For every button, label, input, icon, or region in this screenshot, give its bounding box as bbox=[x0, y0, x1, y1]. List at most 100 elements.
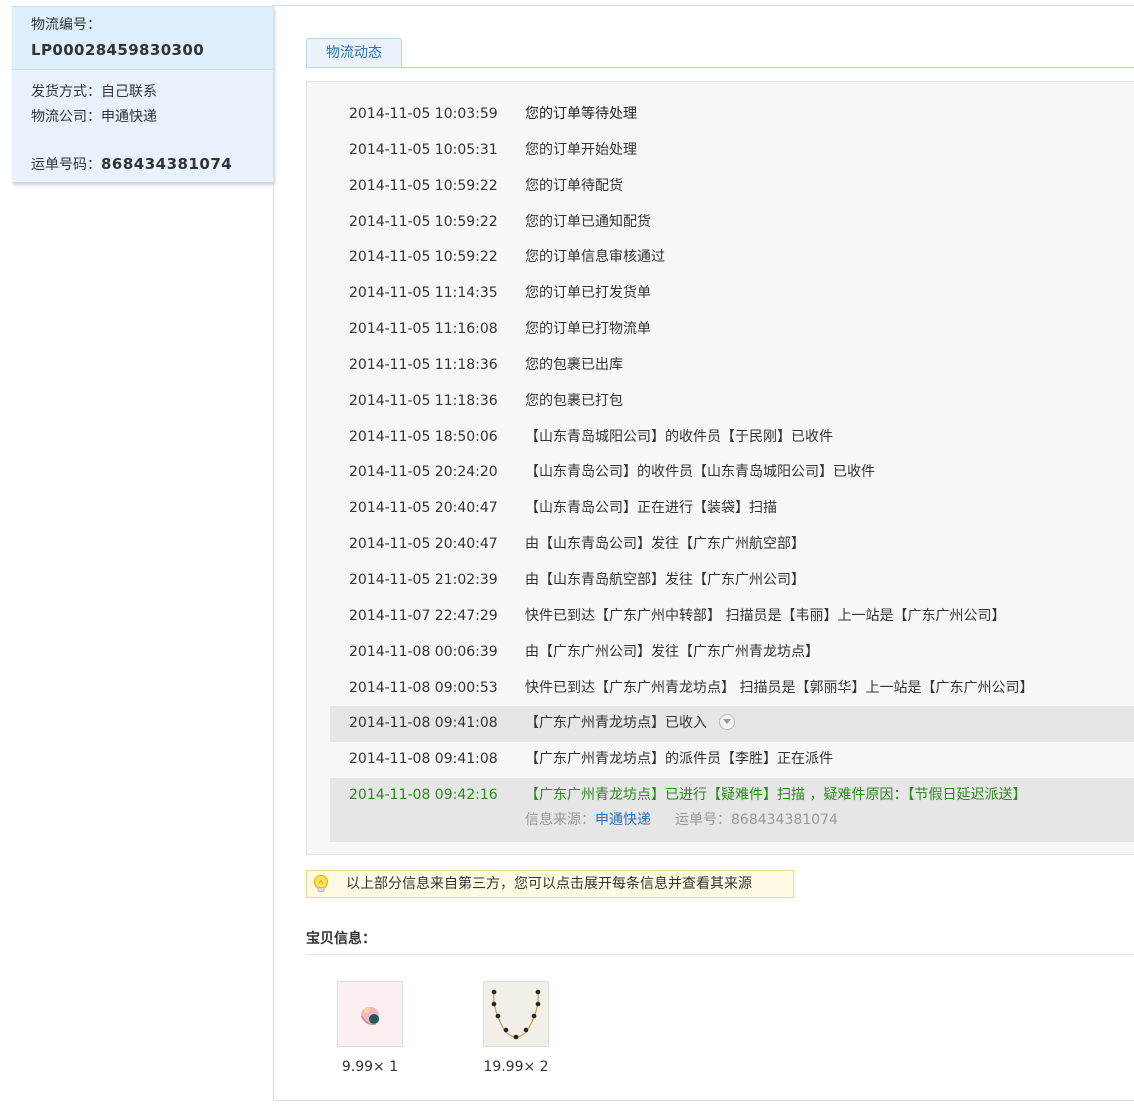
event-description: 您的订单信息审核通过 bbox=[525, 240, 665, 274]
tracking-event-row[interactable]: 2014-11-05 20:40:47 【山东青岛公司】正在进行【装袋】扫描 bbox=[330, 491, 1134, 527]
event-time: 2014-11-08 09:00:53 bbox=[349, 679, 498, 696]
event-time: 2014-11-08 09:41:08 bbox=[349, 715, 498, 732]
event-time: 2014-11-08 09:42:16 bbox=[349, 787, 498, 804]
goods-price: 9.99× 1 bbox=[341, 1059, 399, 1075]
event-description-text: 您的订单已打物流单 bbox=[525, 321, 651, 338]
bottom-border bbox=[273, 1100, 1134, 1101]
source-label: 信息来源： bbox=[525, 812, 595, 829]
tracking-event-row[interactable]: 2014-11-05 10:03:59 您的订单等待处理 bbox=[330, 97, 1134, 133]
event-description-text: 快件已到达【广东广州青龙坊点】 扫描员是【郭丽华】上一站是【广东广州公司】 bbox=[525, 679, 1034, 696]
goods-info-title: 宝贝信息： bbox=[306, 931, 376, 947]
tracking-event-row[interactable]: 2014-11-05 20:24:20 【山东青岛公司】的收件员【山东青岛城阳公司… bbox=[330, 455, 1134, 491]
tracking-event-row[interactable]: 2014-11-05 11:14:35 您的订单已打发货单 bbox=[330, 276, 1134, 312]
event-description: 快件已到达【广东广州中转部】 扫描员是【韦丽】上一站是【广东广州公司】 bbox=[525, 599, 1005, 633]
event-time: 2014-11-05 21:02:39 bbox=[349, 571, 498, 588]
event-description-text: 【山东青岛公司】的收件员【山东青岛城阳公司】已收件 bbox=[525, 464, 875, 481]
tracking-event-row[interactable]: 2014-11-08 09:41:08 【广东广州青龙坊点】已收入 bbox=[330, 706, 1134, 743]
event-description-text: 【广东广州青龙坊点】的派件员【李胜】正在派件 bbox=[525, 751, 833, 768]
tracking-event-row[interactable]: 2014-11-05 11:18:36 您的包裹已出库 bbox=[330, 348, 1134, 384]
event-description-text: 您的包裹已打包 bbox=[525, 392, 623, 409]
event-description: 快件已到达【广东广州青龙坊点】 扫描员是【郭丽华】上一站是【广东广州公司】 bbox=[525, 671, 1033, 705]
tracking-event-row[interactable]: 2014-11-08 09:42:16 【广东广州青龙坊点】已进行【疑难件】扫描 … bbox=[330, 778, 1134, 843]
top-border bbox=[273, 5, 1134, 6]
event-description: 您的包裹已出库 bbox=[525, 348, 623, 382]
event-description-text: 您的订单待配货 bbox=[525, 177, 623, 194]
event-description-text: 【广东广州青龙坊点】已收入 bbox=[525, 715, 707, 732]
tracking-event-row[interactable]: 2014-11-05 11:16:08 您的订单已打物流单 bbox=[330, 312, 1134, 348]
tab-logistics-tracking[interactable]: 物流动态 bbox=[306, 38, 402, 68]
waybill-label: 运单号码： bbox=[31, 157, 101, 173]
event-time: 2014-11-05 20:40:47 bbox=[349, 536, 498, 553]
event-description-text: 【山东青岛公司】正在进行【装袋】扫描 bbox=[525, 500, 777, 517]
order-number: LP00028459830300 bbox=[31, 41, 205, 59]
event-description: 您的包裹已打包 bbox=[525, 384, 623, 418]
event-description-text: 您的包裹已出库 bbox=[525, 356, 623, 373]
expand-chevron-icon[interactable] bbox=[719, 714, 735, 731]
event-source-info: 信息来源：申通快递 运单号：868434381074 bbox=[525, 806, 838, 834]
event-time: 2014-11-05 11:16:08 bbox=[349, 321, 498, 338]
main-left-border bbox=[273, 6, 274, 1101]
tracking-event-row[interactable]: 2014-11-05 21:02:39 由【山东青岛航空部】发往【广东广州公司】 bbox=[330, 563, 1134, 599]
product-thumbnail[interactable] bbox=[337, 981, 403, 1047]
tracking-event-row[interactable]: 2014-11-07 22:47:29 快件已到达【广东广州中转部】 扫描员是【韦… bbox=[330, 599, 1134, 635]
event-description: 您的订单已打发货单 bbox=[525, 276, 651, 310]
event-description-text: 由【广东广州公司】发往【广东广州青龙坊点】 bbox=[525, 643, 819, 660]
event-description: 由【广东广州公司】发往【广东广州青龙坊点】 bbox=[525, 635, 819, 669]
goods-price: 19.99× 2 bbox=[483, 1059, 549, 1075]
event-time: 2014-11-08 09:41:08 bbox=[349, 751, 498, 768]
event-time: 2014-11-05 11:18:36 bbox=[349, 392, 498, 409]
event-description-text: 【山东青岛城阳公司】的收件员【于民刚】已收件 bbox=[525, 428, 833, 445]
event-description-text: 快件已到达【广东广州中转部】 扫描员是【韦丽】上一站是【广东广州公司】 bbox=[525, 607, 1006, 624]
product-thumbnail[interactable] bbox=[483, 981, 549, 1047]
tracking-event-row[interactable]: 2014-11-05 20:40:47 由【山东青岛公司】发往【广东广州航空部】 bbox=[330, 527, 1134, 563]
event-description: 您的订单待配货 bbox=[525, 169, 623, 203]
source-waybill-label: 运单号： bbox=[675, 812, 731, 829]
event-description-text: 您的订单开始处理 bbox=[525, 141, 637, 158]
tracking-list: 2014-11-05 10:03:59 您的订单等待处理 2014-11-05 10… bbox=[330, 97, 1134, 843]
event-description: 您的订单已通知配货 bbox=[525, 205, 651, 239]
tracking-event-row[interactable]: 2014-11-08 09:41:08 【广东广州青龙坊点】的派件员【李胜】正在派… bbox=[330, 742, 1134, 778]
event-time: 2014-11-05 10:59:22 bbox=[349, 249, 498, 266]
event-description: 【山东青岛城阳公司】的收件员【于民刚】已收件 bbox=[525, 420, 833, 454]
tracking-event-row[interactable]: 2014-11-05 10:59:22 您的订单待配货 bbox=[330, 169, 1134, 205]
goods-item[interactable]: 9.99× 1 bbox=[337, 981, 403, 1075]
tracking-event-row[interactable]: 2014-11-05 10:59:22 您的订单已通知配货 bbox=[330, 205, 1134, 241]
order-info-panel: 物流编号： LP00028459830300 发货方式：自己联系 物流公司：申通… bbox=[12, 6, 274, 183]
tracking-event-row[interactable]: 2014-11-08 00:06:39 由【广东广州公司】发往【广东广州青龙坊点】 bbox=[330, 635, 1134, 671]
event-time: 2014-11-05 20:40:47 bbox=[349, 500, 498, 517]
event-time: 2014-11-07 22:47:29 bbox=[349, 607, 498, 624]
logistics-company: 物流公司：申通快递 bbox=[31, 109, 157, 125]
event-time: 2014-11-05 10:59:22 bbox=[349, 177, 498, 194]
goods-item[interactable]: 19.99× 2 bbox=[483, 981, 549, 1075]
event-time: 2014-11-05 20:24:20 bbox=[349, 464, 498, 481]
lightbulb-icon bbox=[313, 874, 329, 892]
event-description: 【山东青岛公司】正在进行【装袋】扫描 bbox=[525, 491, 777, 525]
event-time: 2014-11-05 10:59:22 bbox=[349, 213, 498, 230]
event-description: 由【山东青岛航空部】发往【广东广州公司】 bbox=[525, 563, 805, 597]
order-number-label: 物流编号： bbox=[31, 17, 101, 33]
tracking-event-row[interactable]: 2014-11-05 11:18:36 您的包裹已打包 bbox=[330, 384, 1134, 420]
source-company-link[interactable]: 申通快递 bbox=[595, 812, 651, 828]
notice-text: 以上部分信息来自第三方，您可以点击展开每条信息并查看其来源 bbox=[346, 876, 752, 892]
event-description-text: 由【山东青岛公司】发往【广东广州航空部】 bbox=[525, 536, 805, 553]
tracking-event-row[interactable]: 2014-11-05 18:50:06 【山东青岛城阳公司】的收件员【于民刚】已收… bbox=[330, 420, 1134, 456]
event-description: 【广东广州青龙坊点】的派件员【李胜】正在派件 bbox=[525, 742, 833, 776]
event-time: 2014-11-05 10:05:31 bbox=[349, 141, 498, 158]
event-time: 2014-11-05 11:18:36 bbox=[349, 356, 498, 373]
event-description: 【广东广州青龙坊点】已收入 bbox=[525, 706, 735, 740]
event-time: 2014-11-05 11:14:35 bbox=[349, 285, 498, 302]
order-number-block: 物流编号： LP00028459830300 bbox=[12, 7, 273, 70]
tracking-event-row[interactable]: 2014-11-08 09:00:53 快件已到达【广东广州青龙坊点】 扫描员是【… bbox=[330, 671, 1134, 707]
event-description-text: 您的订单已打发货单 bbox=[525, 285, 651, 302]
tracking-event-row[interactable]: 2014-11-05 10:59:22 您的订单信息审核通过 bbox=[330, 240, 1134, 276]
event-description-text: 您的订单等待处理 bbox=[525, 106, 637, 122]
event-time: 2014-11-08 00:06:39 bbox=[349, 643, 498, 660]
event-description: 您的订单已打物流单 bbox=[525, 312, 651, 346]
tracking-event-row[interactable]: 2014-11-05 10:05:31 您的订单开始处理 bbox=[330, 133, 1134, 169]
shipping-details-block: 发货方式：自己联系 物流公司：申通快递 运单号码：868434381074 bbox=[12, 70, 273, 182]
waybill-number: 运单号码：868434381074 bbox=[31, 154, 232, 175]
event-description-text: 【广东广州青龙坊点】已进行【疑难件】扫描 ，疑难件原因：【节假日延迟派送】 bbox=[525, 787, 1027, 804]
event-description-text: 您的订单已通知配货 bbox=[525, 213, 651, 230]
waybill-value: 868434381074 bbox=[101, 155, 233, 173]
tab-underline bbox=[306, 67, 1134, 68]
